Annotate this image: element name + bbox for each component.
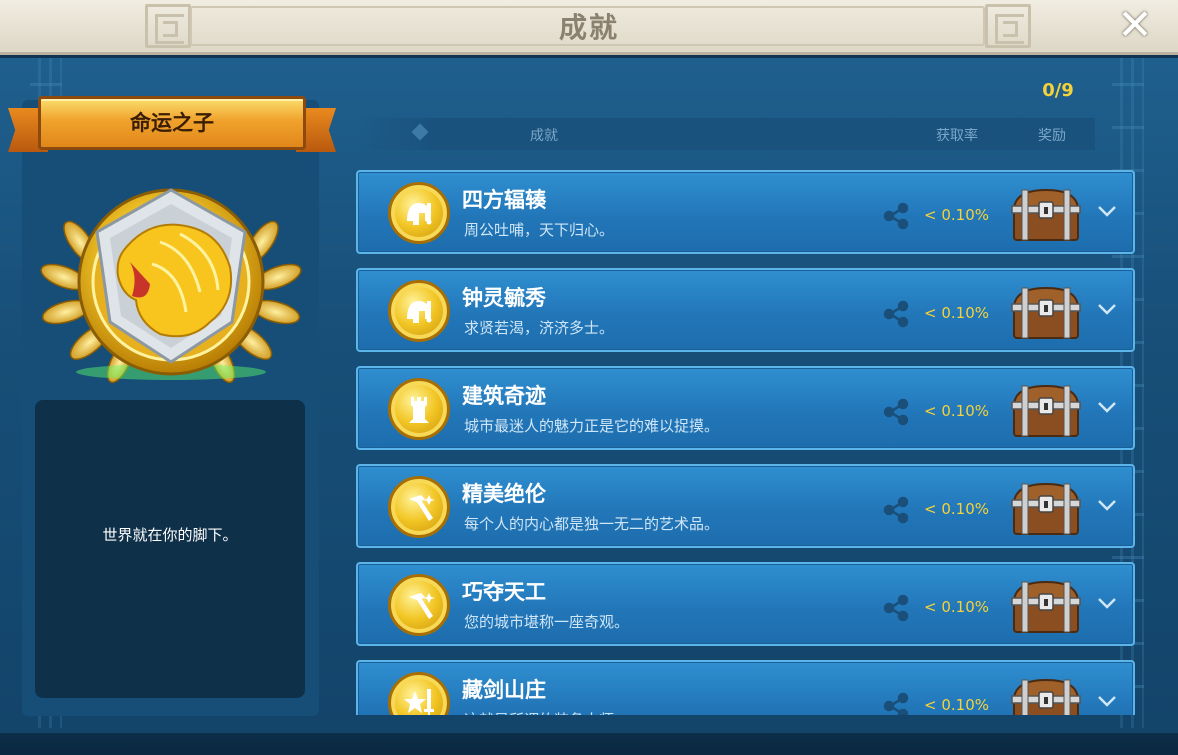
list-header	[360, 118, 1095, 150]
achievement-subtitle: 您的城市堪称一座奇观。	[464, 613, 630, 631]
share-icon[interactable]	[882, 398, 910, 426]
header-reward: 奖励	[1038, 128, 1066, 144]
achievement-subtitle: 每个人的内心都是独一无二的艺术品。	[464, 515, 720, 533]
treasure-chest-icon[interactable]	[1008, 284, 1084, 344]
achievement-name: 四方辐辏	[462, 188, 546, 212]
share-icon[interactable]	[882, 594, 910, 622]
chevron-down-icon[interactable]	[1094, 394, 1120, 420]
header-achievement: 成就	[530, 128, 558, 144]
share-icon[interactable]	[882, 300, 910, 328]
achievement-subtitle: 城市最迷人的魅力正是它的难以捉摸。	[464, 417, 720, 435]
achievement-row-4[interactable]: 精美绝伦 每个人的内心都是独一无二的艺术品。 < 0.10%	[356, 464, 1135, 548]
acquire-rate: < 0.10%	[924, 500, 989, 518]
achievement-subtitle: 周公吐哺，天下归心。	[464, 221, 615, 239]
acquire-rate: < 0.10%	[924, 304, 989, 322]
header-rate: 获取率	[936, 128, 978, 144]
achievement-name: 藏剑山庄	[462, 678, 546, 702]
achievement-name: 钟灵毓秀	[462, 286, 546, 310]
acquire-rate: < 0.10%	[924, 598, 989, 616]
achievement-coin	[388, 378, 450, 440]
star-sword-icon	[404, 689, 434, 715]
achievement-row-3[interactable]: 建筑奇迹 城市最迷人的魅力正是它的难以捉摸。 < 0.10%	[356, 366, 1135, 450]
acquire-rate: < 0.10%	[924, 206, 989, 224]
share-icon[interactable]	[882, 692, 910, 715]
achievement-list[interactable]: 四方辐辏 周公吐哺，天下归心。 < 0.10% 钟灵毓秀 求贤若渴，济济多士。 …	[340, 160, 1150, 715]
treasure-chest-icon[interactable]	[1008, 676, 1084, 715]
achievement-row-6[interactable]: 藏剑山庄 这就是所谓的装备大师 < 0.10%	[356, 660, 1135, 715]
chevron-down-icon[interactable]	[1094, 198, 1120, 224]
progress-counter: 0/9	[1042, 80, 1074, 101]
page-title: 成就	[558, 11, 619, 44]
treasure-chest-icon[interactable]	[1008, 186, 1084, 246]
share-icon[interactable]	[882, 496, 910, 524]
acquire-rate: < 0.10%	[924, 696, 989, 714]
title-bar: 成就 ✕	[0, 0, 1178, 55]
achievement-coin	[388, 672, 450, 715]
achievement-row-5[interactable]: 巧夺天工 您的城市堪称一座奇观。 < 0.10%	[356, 562, 1135, 646]
achievement-subtitle: 这就是所谓的装备大师	[464, 709, 614, 715]
treasure-chest-icon[interactable]	[1008, 382, 1084, 442]
tower-icon	[409, 397, 429, 423]
share-icon[interactable]	[882, 202, 910, 230]
chevron-down-icon[interactable]	[1094, 688, 1120, 714]
chevron-down-icon[interactable]	[1094, 492, 1120, 518]
achievement-name: 精美绝伦	[462, 482, 546, 506]
achievement-coin	[388, 476, 450, 538]
treasure-chest-icon[interactable]	[1008, 578, 1084, 638]
achievement-name: 巧夺天工	[462, 580, 546, 604]
achievement-row-1[interactable]: 四方辐辏 周公吐哺，天下归心。 < 0.10%	[356, 170, 1135, 254]
ribbon-title: 命运之子	[130, 111, 214, 135]
chevron-down-icon[interactable]	[1094, 296, 1120, 322]
description-box: 世界就在你的脚下。	[35, 400, 305, 698]
achievement-row-2[interactable]: 钟灵毓秀 求贤若渴，济济多士。 < 0.10%	[356, 268, 1135, 352]
chevron-down-icon[interactable]	[1094, 590, 1120, 616]
lion-badge-icon	[40, 188, 302, 384]
achievement-description: 世界就在你的脚下。	[102, 526, 238, 544]
helmet-icon	[407, 203, 432, 225]
achievement-name: 建筑奇迹	[462, 384, 546, 408]
acquire-rate: < 0.10%	[924, 402, 989, 420]
treasure-chest-icon[interactable]	[1008, 480, 1084, 540]
achievement-coin	[388, 574, 450, 636]
achievement-subtitle: 求贤若渴，济济多士。	[464, 319, 615, 337]
achievement-coin	[388, 280, 450, 342]
hammer-icon	[409, 495, 435, 521]
achievement-coin	[388, 182, 450, 244]
title-ribbon: 命运之子	[8, 94, 336, 156]
close-button[interactable]: ✕	[1115, 4, 1155, 46]
hammer-icon	[409, 593, 435, 619]
helmet-icon	[407, 301, 432, 323]
